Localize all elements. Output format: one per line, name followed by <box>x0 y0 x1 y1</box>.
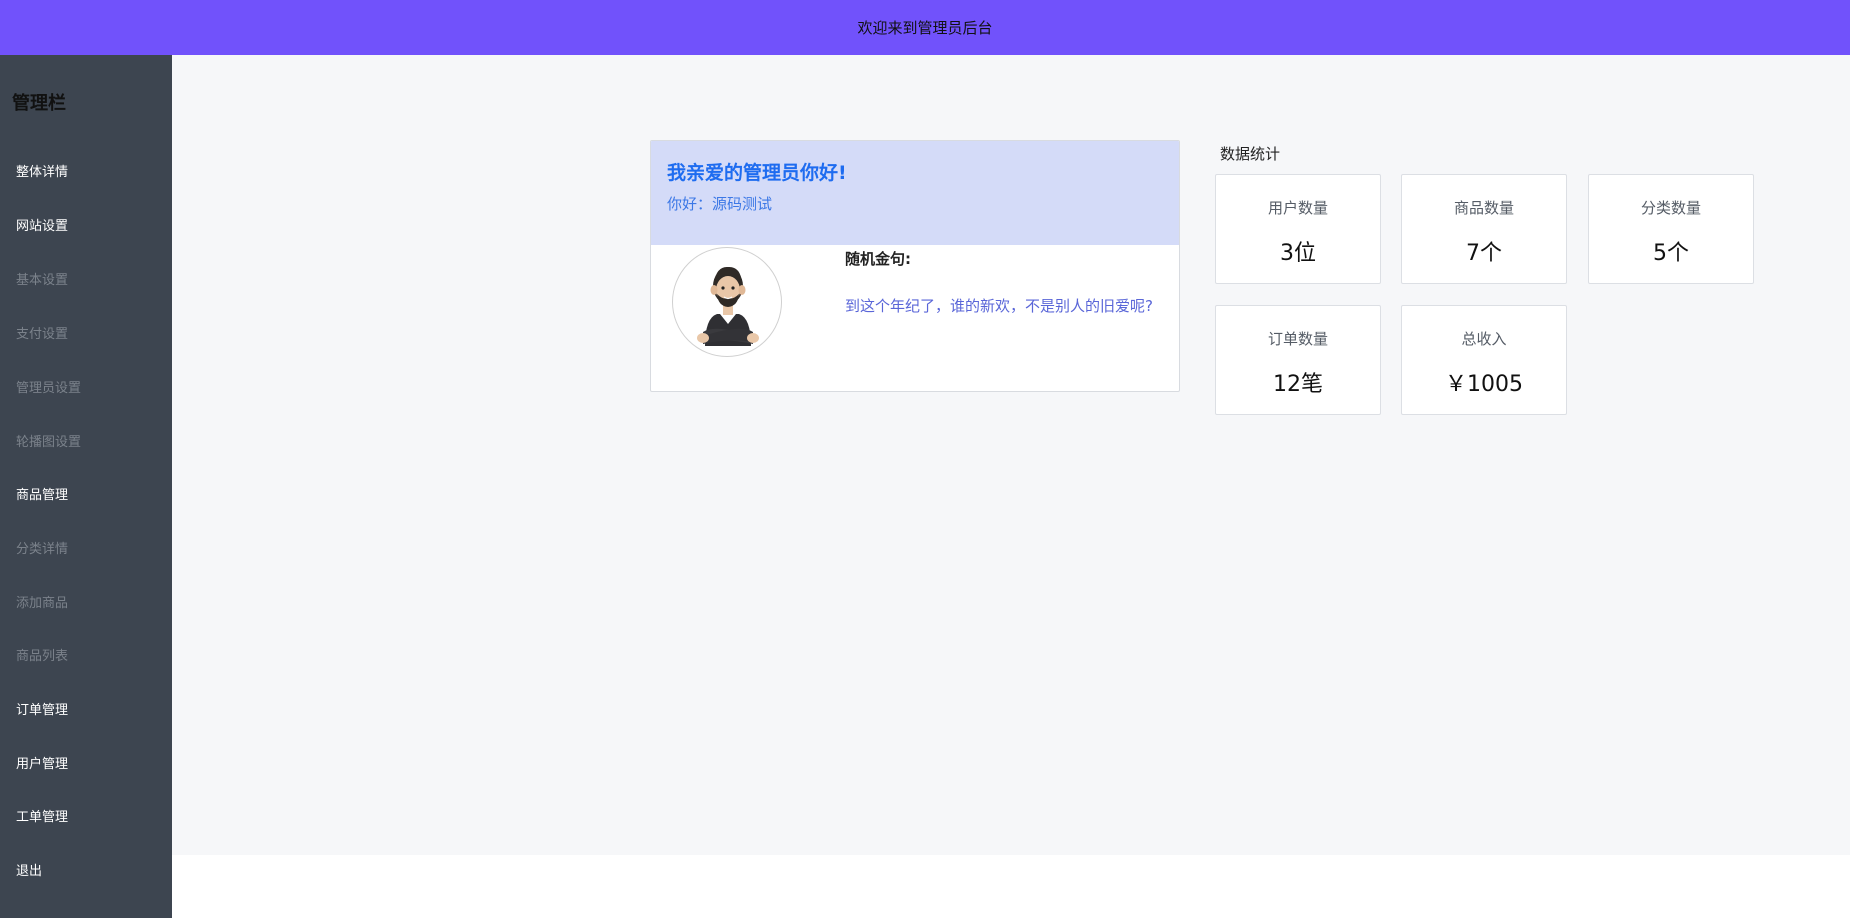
sidebar-item-payment-settings[interactable]: 支付设置 <box>16 323 68 342</box>
stat-value: 3位 <box>1280 241 1316 266</box>
sidebar-item-order-management[interactable]: 订单管理 <box>16 699 68 718</box>
sidebar-item-ticket-management[interactable]: 工单管理 <box>16 806 68 825</box>
sidebar-item-admin-settings[interactable]: 管理员设置 <box>16 377 81 396</box>
sidebar-item-user-management[interactable]: 用户管理 <box>16 753 68 772</box>
quote-text: 到这个年纪了，谁的新欢，不是别人的旧爱呢? <box>845 297 1153 315</box>
stat-value: 5个 <box>1653 241 1689 266</box>
stat-label: 总收入 <box>1461 330 1507 348</box>
sidebar: 管理栏 整体详情 网站设置 基本设置 支付设置 管理员设置 轮播图设置 商品管理… <box>0 55 172 918</box>
sidebar-item-logout[interactable]: 退出 <box>16 860 42 879</box>
greeting-title: 我亲爱的管理员你好! <box>667 162 847 184</box>
welcome-banner: 我亲爱的管理员你好! 你好：源码测试 <box>651 141 1179 245</box>
sidebar-title: 管理栏 <box>12 93 66 114</box>
header-title: 欢迎来到管理员后台 <box>857 19 993 37</box>
stat-label: 订单数量 <box>1267 330 1328 348</box>
stat-value: 7个 <box>1466 241 1502 266</box>
stat-card-orders: 订单数量 12笔 <box>1215 305 1381 415</box>
stat-label: 分类数量 <box>1640 199 1701 217</box>
sidebar-item-category-details[interactable]: 分类详情 <box>16 538 68 557</box>
stat-card-revenue: 总收入 ￥1005 <box>1401 305 1567 415</box>
sidebar-item-product-management[interactable]: 商品管理 <box>16 484 68 503</box>
stats-title: 数据统计 <box>1220 145 1281 163</box>
stat-value: 12笔 <box>1273 372 1323 397</box>
welcome-card: 我亲爱的管理员你好! 你好：源码测试 随机金句: 到这个年纪了，谁的新欢，不是别… <box>650 140 1180 392</box>
main-content: 我亲爱的管理员你好! 你好：源码测试 随机金句: 到这个年纪了，谁的新欢，不是别… <box>172 55 1850 855</box>
sidebar-item-site-settings[interactable]: 网站设置 <box>16 215 68 234</box>
sidebar-item-basic-settings[interactable]: 基本设置 <box>16 269 68 288</box>
sidebar-item-carousel-settings[interactable]: 轮播图设置 <box>16 431 81 450</box>
sidebar-item-overview[interactable]: 整体详情 <box>16 161 68 180</box>
stat-value: ￥1005 <box>1445 372 1523 397</box>
stat-card-categories: 分类数量 5个 <box>1588 174 1754 284</box>
sidebar-item-add-product[interactable]: 添加商品 <box>16 592 68 611</box>
quote-label: 随机金句: <box>845 250 911 268</box>
avatar-illustration <box>697 266 759 346</box>
stat-card-users: 用户数量 3位 <box>1215 174 1381 284</box>
sidebar-item-product-list[interactable]: 商品列表 <box>16 645 68 664</box>
stat-card-products: 商品数量 7个 <box>1401 174 1567 284</box>
stat-label: 商品数量 <box>1453 199 1514 217</box>
cartoon-man-avatar-icon <box>672 247 782 357</box>
greeting-subtitle: 你好：源码测试 <box>667 195 773 213</box>
top-header: 欢迎来到管理员后台 <box>0 0 1850 55</box>
stat-label: 用户数量 <box>1267 199 1328 217</box>
